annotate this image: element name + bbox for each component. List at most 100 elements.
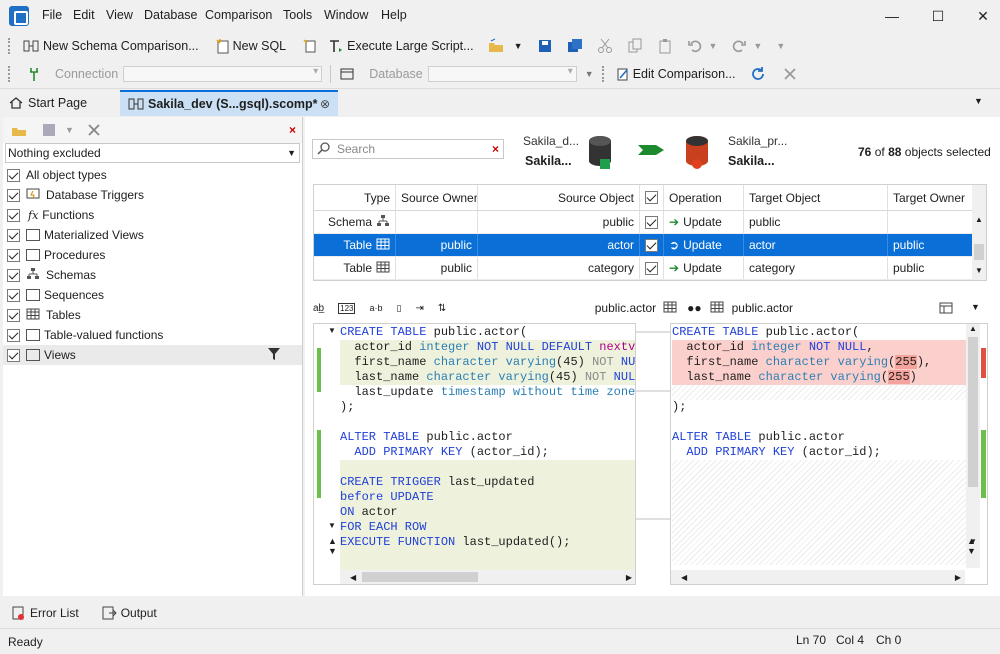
paste-icon[interactable] — [657, 38, 673, 54]
connection-combo[interactable] — [123, 66, 323, 82]
filter-item-sequences[interactable]: Sequences — [3, 285, 302, 305]
table-row[interactable]: Schema public ➔ Update public — [314, 211, 986, 234]
menu-edit[interactable]: Edit — [73, 8, 95, 22]
filter-item-materialized-views[interactable]: Materialized Views — [3, 225, 302, 245]
column-operation[interactable]: Operation — [664, 185, 744, 210]
menu-file[interactable]: File — [42, 8, 62, 22]
new-schema-comparison-button[interactable]: New Schema Comparison... — [23, 38, 199, 54]
filter-item-views[interactable]: Views — [3, 345, 302, 365]
grid-scrollbar[interactable]: ▲ ▼ — [972, 185, 986, 280]
diff-options-icon[interactable]: ab̲ — [313, 303, 324, 314]
tab-sakila-comparison[interactable]: Sakila_dev (S...gsql).scomp* ⊗ — [120, 90, 338, 116]
checkbox[interactable] — [7, 168, 20, 182]
toolbar-grip[interactable] — [8, 66, 11, 82]
source-code-pane[interactable]: ▼ ▼ CREATE TABLE public.actor( actor_id … — [313, 323, 636, 585]
target-h-scrollbar[interactable]: ◀ ▶ — [671, 570, 965, 584]
menu-window[interactable]: Window — [324, 8, 368, 22]
tab-output[interactable]: Output — [101, 605, 157, 621]
undo-icon[interactable] — [687, 38, 703, 54]
new-sql-button[interactable]: New SQL — [215, 38, 286, 54]
filter-item-procedures[interactable]: Procedures — [3, 245, 302, 265]
edit-comparison-button[interactable]: Edit Comparison... — [615, 66, 736, 82]
filter-item-all[interactable]: All object types — [3, 165, 302, 185]
column-source-object[interactable]: Source Object — [478, 185, 640, 210]
row-include-checkbox[interactable] — [645, 261, 658, 275]
clear-filter-icon[interactable] — [86, 122, 102, 138]
whitespace-icon[interactable]: a·b — [369, 303, 382, 313]
filter-item-tables[interactable]: Tables — [3, 305, 302, 325]
save-all-icon[interactable] — [567, 38, 583, 54]
menu-help[interactable]: Help — [381, 8, 407, 22]
column-type[interactable]: Type — [314, 185, 396, 210]
target-v-scrollbar[interactable]: ▲ ▼ — [966, 324, 980, 568]
tab-error-list[interactable]: Error List — [10, 605, 79, 621]
checkbox[interactable] — [7, 188, 20, 202]
connection-plug-icon[interactable] — [26, 66, 42, 82]
layout-icon[interactable] — [939, 301, 953, 318]
indent-icon[interactable]: ⇥ — [415, 303, 423, 314]
open-folder-icon[interactable] — [488, 38, 504, 54]
toolbar-grip[interactable] — [601, 66, 605, 82]
target-code-pane[interactable]: CREATE TABLE public.actor( actor_id inte… — [670, 323, 988, 585]
redo-icon[interactable] — [731, 38, 747, 54]
checkbox[interactable] — [7, 248, 20, 262]
funnel-filter-icon[interactable] — [268, 347, 280, 363]
toolbar-grip[interactable] — [8, 38, 11, 54]
numbers-icon[interactable]: 123 — [338, 302, 356, 314]
checkbox[interactable] — [7, 288, 20, 302]
row-include-checkbox[interactable] — [645, 238, 658, 252]
sort-icon[interactable]: ⇅ — [438, 303, 446, 314]
checkbox[interactable] — [7, 208, 20, 222]
cut-icon[interactable] — [597, 38, 613, 54]
save-filter-icon[interactable] — [41, 122, 57, 138]
copy-icon[interactable] — [627, 38, 643, 54]
undo-dropdown-arrow[interactable]: ▼ — [709, 41, 718, 51]
open-dropdown-arrow[interactable]: ▼ — [514, 41, 523, 51]
toolbar-overflow-arrow[interactable]: ▼ — [776, 41, 785, 51]
table-row[interactable]: Table public actor ➲ Update actor public — [314, 234, 986, 257]
tabs-dropdown-arrow[interactable]: ▼ — [974, 96, 983, 106]
source-h-scrollbar[interactable]: ◀ ▶ — [340, 570, 635, 584]
checkbox[interactable] — [7, 268, 20, 282]
new-document-icon[interactable] — [302, 38, 318, 54]
database-combo[interactable] — [427, 66, 577, 82]
nav-diff-buttons[interactable]: ▲ ▼ — [967, 536, 976, 556]
checkbox[interactable] — [7, 328, 20, 342]
close-panel-icon[interactable]: × — [289, 123, 296, 137]
close-window-button[interactable]: ✕ — [975, 8, 991, 24]
case-icon[interactable]: ▯ — [397, 303, 402, 314]
checkbox[interactable] — [7, 348, 20, 362]
database-window-icon[interactable] — [339, 66, 355, 82]
filter-item-schemas[interactable]: Schemas — [3, 265, 302, 285]
save-filter-dropdown-arrow[interactable]: ▼ — [65, 125, 74, 135]
filter-item-triggers[interactable]: Database Triggers — [3, 185, 302, 205]
column-target-object[interactable]: Target Object — [744, 185, 888, 210]
filter-item-functions[interactable]: fx Functions — [3, 205, 302, 225]
filter-select[interactable]: Nothing excluded ▼ — [5, 143, 300, 163]
minimize-button[interactable]: — — [884, 8, 900, 24]
filter-item-table-valued-functions[interactable]: Table-valued functions — [3, 325, 302, 345]
collapse-arrow-icon[interactable]: ▼ — [328, 521, 336, 530]
layout-dropdown-arrow[interactable]: ▼ — [971, 302, 980, 312]
table-row[interactable]: Table public category ➔ Update category p… — [314, 257, 986, 280]
cancel-icon[interactable] — [782, 66, 798, 82]
tab-start-page[interactable]: Start Page — [0, 90, 120, 116]
execute-large-script-button[interactable]: Execute Large Script... — [328, 38, 474, 54]
open-filter-icon[interactable] — [11, 122, 27, 138]
close-tab-icon[interactable]: ⊗ — [320, 97, 330, 111]
nav-diff-buttons[interactable]: ▲ ▼ — [328, 536, 337, 556]
checkbox[interactable] — [7, 308, 20, 322]
menu-tools[interactable]: Tools — [283, 8, 312, 22]
clear-search-icon[interactable]: × — [492, 142, 499, 156]
column-target-owner[interactable]: Target Owner — [888, 185, 972, 210]
search-input[interactable]: Search × — [312, 139, 504, 159]
menu-comparison[interactable]: Comparison — [205, 8, 272, 22]
column-include-checkbox[interactable] — [640, 185, 664, 210]
menu-view[interactable]: View — [106, 8, 133, 22]
redo-dropdown-arrow[interactable]: ▼ — [753, 41, 762, 51]
refresh-icon[interactable] — [750, 66, 766, 82]
collapse-arrow-icon[interactable]: ▼ — [328, 326, 336, 335]
row-include-checkbox[interactable] — [645, 215, 658, 229]
column-source-owner[interactable]: Source Owner — [396, 185, 478, 210]
checkbox[interactable] — [7, 228, 20, 242]
